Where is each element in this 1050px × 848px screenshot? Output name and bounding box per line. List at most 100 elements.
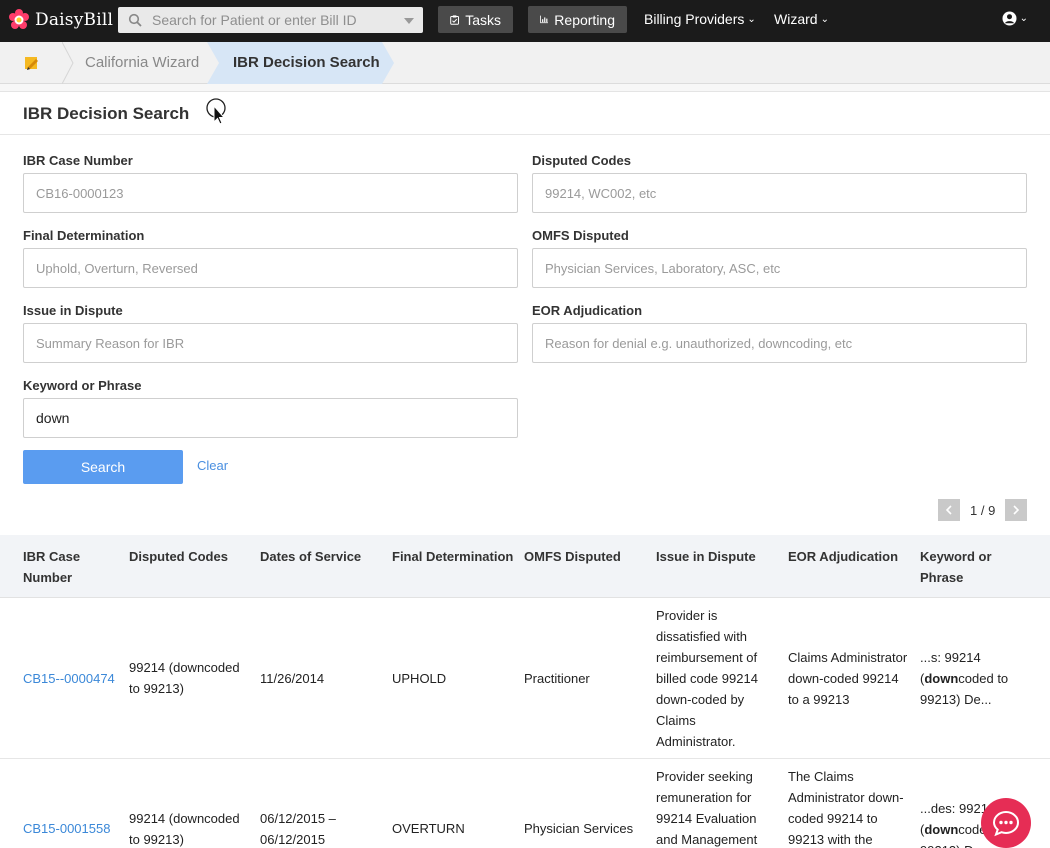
billing-providers-label: Billing Providers [644, 11, 745, 27]
patient-search[interactable] [118, 7, 423, 33]
cell-line: Administrator. [656, 734, 736, 749]
col-header-keyword[interactable]: Keyword or Phrase [920, 546, 992, 588]
keyword-cell: ...s: 99214 (downcoded to 99213) De... [920, 647, 1008, 710]
ibr-case-number-input[interactable] [23, 173, 518, 213]
dropdown-caret-icon[interactable] [404, 18, 414, 24]
logo[interactable]: DaisyBill [8, 8, 113, 32]
cell-line: 99214 Evaluation [656, 811, 757, 826]
table-row: CB15-0001558 99214 (downcoded to 99213) … [0, 760, 1050, 848]
wizard-menu[interactable]: Wizard ⌄ [774, 11, 829, 27]
tasks-button[interactable]: Tasks [438, 6, 513, 33]
cell-line: to 99213) [129, 681, 184, 696]
col-header-keyword-line: Phrase [920, 570, 964, 585]
cell-line: coded 99214 to [788, 811, 878, 826]
issue-cell: Provider is dissatisfied with reimbursem… [656, 605, 758, 752]
cell-line: 99213 with the [788, 832, 873, 847]
page-title: IBR Decision Search [23, 104, 190, 123]
chat-bubble-icon [992, 810, 1020, 837]
omfs-cell: Physician Services [524, 821, 634, 836]
pagination: 1 / 9 [938, 499, 1028, 521]
cell-line: down-coded 99214 [788, 671, 899, 686]
cell-line: billed code 99214 [656, 671, 758, 686]
divider [0, 134, 1050, 135]
eor-cell: Claims Administrator down-coded 99214 to… [788, 647, 907, 710]
col-header-case[interactable]: IBR Case Number [23, 546, 80, 588]
reporting-label: Reporting [554, 11, 615, 28]
cell-line: Claims [656, 713, 696, 728]
breadcrumb-california-wizard[interactable]: California Wizard [85, 54, 199, 71]
chat-button[interactable] [981, 798, 1031, 848]
cell-line: reimbursement of [656, 650, 758, 665]
cell-line: 99214 (downcoded [129, 811, 240, 826]
next-page-button[interactable] [1005, 499, 1028, 521]
eor-cell: The Claims Administrator down- coded 992… [788, 766, 904, 848]
cell-line: Administrator down- [788, 790, 904, 805]
issue-in-dispute-input[interactable] [23, 323, 518, 363]
disputed-codes-cell: 99214 (downcoded to 99213) [129, 657, 240, 699]
tasks-label: Tasks [465, 11, 501, 28]
patient-search-input[interactable] [152, 7, 392, 33]
mouse-cursor-icon [206, 98, 226, 125]
issue-cell: Provider seeking remuneration for 99214 … [656, 766, 757, 848]
col-header-omfs[interactable]: OMFS Disputed [524, 546, 621, 567]
cell-line: Claims Administrator [788, 650, 908, 665]
col-header-final[interactable]: Final Determination [392, 546, 513, 567]
cell-line: 99214 (downcoded [129, 660, 240, 675]
cell-line: to a 99213 [788, 692, 850, 707]
top-navbar: DaisyBill Tasks Reporting Billing Provid… [0, 0, 1050, 42]
disputed-codes-input[interactable] [532, 173, 1027, 213]
omfs-cell: Practitioner [524, 671, 590, 686]
page-indicator: 1 / 9 [970, 502, 996, 518]
reporting-button[interactable]: Reporting [528, 6, 627, 33]
breadcrumb-home[interactable] [0, 42, 62, 84]
final-determination-cell: UPHOLD [392, 671, 447, 686]
case-link[interactable]: CB15--0000474 [23, 668, 115, 689]
eor-adjudication-input[interactable] [532, 323, 1027, 363]
table-header: IBR Case Number Disputed Codes Dates of … [0, 535, 1050, 598]
search-button[interactable]: Search [23, 450, 183, 484]
col-header-dates[interactable]: Dates of Service [260, 546, 361, 567]
keyword-input[interactable] [23, 398, 518, 438]
cell-line: Provider seeking [656, 769, 753, 784]
final-determination-input[interactable] [23, 248, 518, 288]
case-link[interactable]: CB15-0001558 [23, 818, 110, 839]
col-header-eor[interactable]: EOR Adjudication [788, 546, 898, 567]
chevron-down-icon: ⌄ [1019, 13, 1028, 24]
daisy-flower-icon [9, 9, 29, 29]
chevron-right-icon [1013, 505, 1020, 515]
keyword-highlight: down [924, 822, 959, 837]
cell-line: Provider is [656, 608, 718, 623]
user-menu[interactable]: ⌄ [1002, 11, 1028, 26]
cell-line: ...s: 99214 [920, 650, 981, 665]
cell-line: down-coded by [656, 692, 745, 707]
final-determination-label: Final Determination [23, 228, 145, 243]
pencil-icon [25, 57, 38, 70]
divider [0, 84, 1050, 92]
chevron-left-icon [945, 505, 952, 515]
chevron-down-icon: ⌄ [747, 13, 756, 25]
ibr-case-number-label: IBR Case Number [23, 153, 133, 168]
bar-chart-icon [540, 15, 549, 24]
prev-page-button[interactable] [938, 499, 960, 521]
disputed-codes-label: Disputed Codes [532, 153, 631, 168]
clear-link[interactable]: Clear [197, 458, 228, 473]
brand-name: DaisyBill [35, 10, 114, 30]
omfs-disputed-label: OMFS Disputed [532, 228, 629, 243]
search-icon [128, 13, 142, 27]
final-determination-cell: OVERTURN [392, 821, 465, 836]
cell-line: 06/12/2015 [260, 832, 326, 847]
user-circle-icon [1002, 11, 1017, 26]
cell-line: (downcoded to [920, 668, 1008, 689]
col-header-issue[interactable]: Issue in Dispute [656, 546, 756, 567]
col-header-case-line: IBR Case [23, 549, 81, 564]
keyword-highlight: down [924, 671, 959, 686]
col-header-codes[interactable]: Disputed Codes [129, 546, 228, 567]
dates-cell: 06/12/2015 – 06/12/2015 [260, 808, 336, 848]
clipboard-check-icon [450, 14, 459, 25]
col-header-keyword-line: Keyword or [920, 549, 992, 564]
disputed-codes-cell: 99214 (downcoded to 99213) [129, 808, 240, 848]
cell-line: 99213) De... [920, 692, 992, 707]
table-row: CB15--0000474 99214 (downcoded to 99213)… [0, 599, 1050, 759]
omfs-disputed-input[interactable] [532, 248, 1027, 288]
billing-providers-menu[interactable]: Billing Providers ⌄ [644, 11, 756, 27]
